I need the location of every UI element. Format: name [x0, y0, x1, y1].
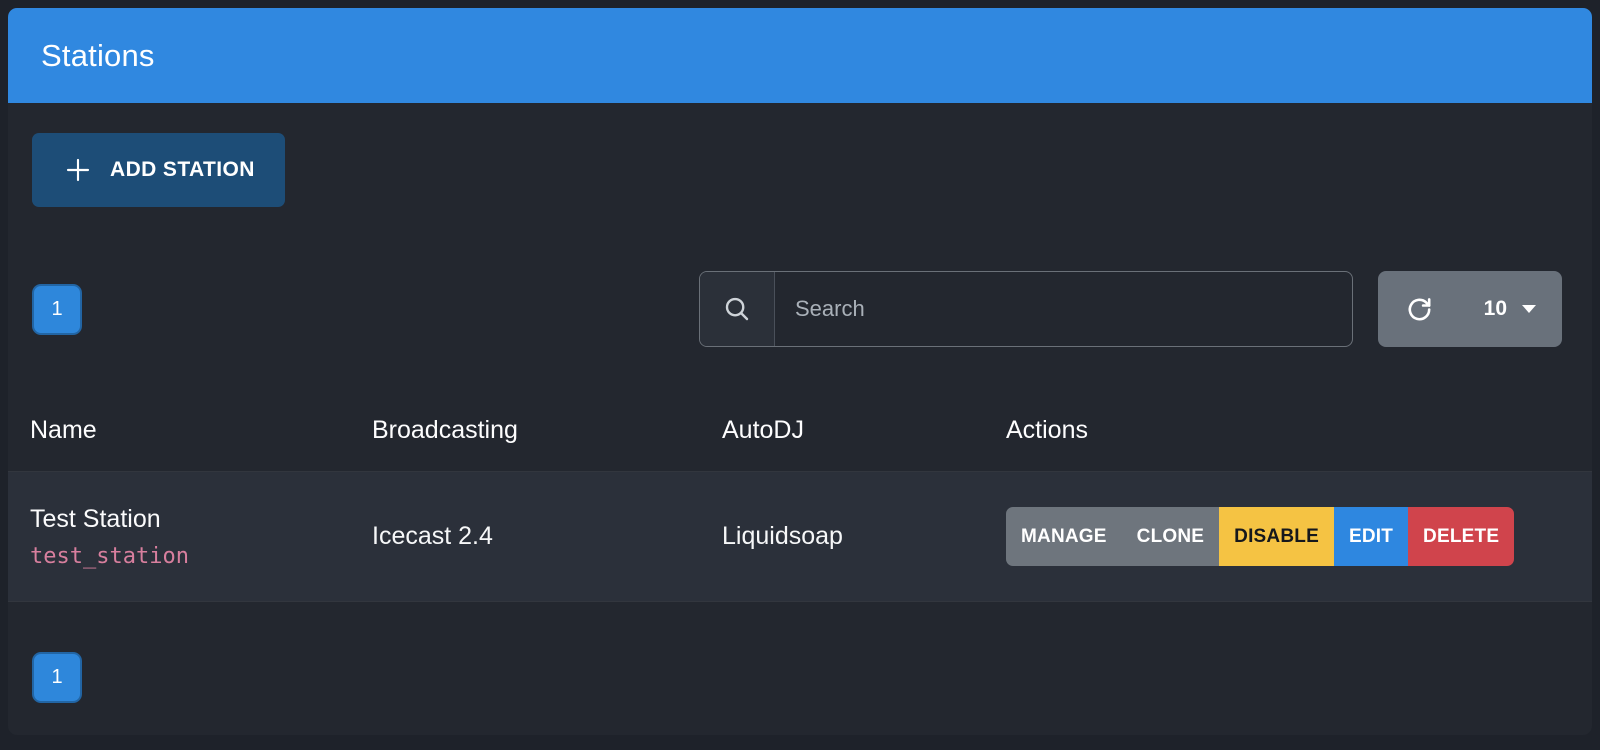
per-page-value: 10 [1484, 297, 1507, 321]
column-header-broadcasting: Broadcasting [350, 416, 700, 445]
manage-button[interactable]: MANAGE [1006, 507, 1122, 566]
list-controls: 1 [8, 271, 1592, 347]
stations-table: Name Broadcasting AutoDJ Actions Test St… [8, 390, 1592, 602]
pagination-page-button-bottom[interactable]: 1 [32, 652, 82, 703]
edit-button[interactable]: EDIT [1334, 507, 1408, 566]
actions-cell: MANAGE CLONE DISABLE EDIT DELETE [984, 507, 1592, 566]
refresh-icon [1404, 294, 1435, 325]
delete-button[interactable]: DELETE [1408, 507, 1514, 566]
search-prepend [700, 272, 775, 346]
column-header-autodj: AutoDJ [700, 416, 984, 445]
add-station-label: ADD STATION [110, 158, 255, 182]
chevron-down-icon [1522, 305, 1536, 313]
clone-button[interactable]: CLONE [1122, 507, 1220, 566]
table-row: Test Station test_station Icecast 2.4 Li… [8, 472, 1592, 602]
row-actions-group: MANAGE CLONE DISABLE EDIT DELETE [1006, 507, 1514, 566]
per-page-group: 10 [1378, 271, 1562, 347]
autodj-cell: Liquidsoap [700, 522, 984, 551]
toolbar: ADD STATION [8, 103, 1592, 207]
pagination-page-button-top[interactable]: 1 [32, 284, 82, 335]
page-title: Stations [41, 38, 155, 74]
search-input[interactable] [775, 272, 1352, 346]
refresh-button[interactable] [1404, 294, 1435, 325]
station-name: Test Station [30, 505, 350, 534]
search-group [699, 271, 1353, 347]
stations-card: Stations ADD STATION 1 [8, 8, 1592, 735]
station-shortcode: test_station [30, 544, 350, 569]
per-page-dropdown[interactable]: 10 [1484, 297, 1536, 321]
bottom-pagination: 1 [8, 652, 1592, 703]
station-name-cell: Test Station test_station [8, 505, 350, 569]
plus-icon [62, 154, 94, 186]
column-header-name: Name [8, 416, 350, 445]
disable-button[interactable]: DISABLE [1219, 507, 1334, 566]
column-header-actions: Actions [984, 416, 1592, 445]
search-icon [722, 294, 752, 324]
broadcasting-cell: Icecast 2.4 [350, 522, 700, 551]
card-header: Stations [8, 8, 1592, 103]
add-station-button[interactable]: ADD STATION [32, 133, 285, 207]
table-header-row: Name Broadcasting AutoDJ Actions [8, 390, 1592, 472]
